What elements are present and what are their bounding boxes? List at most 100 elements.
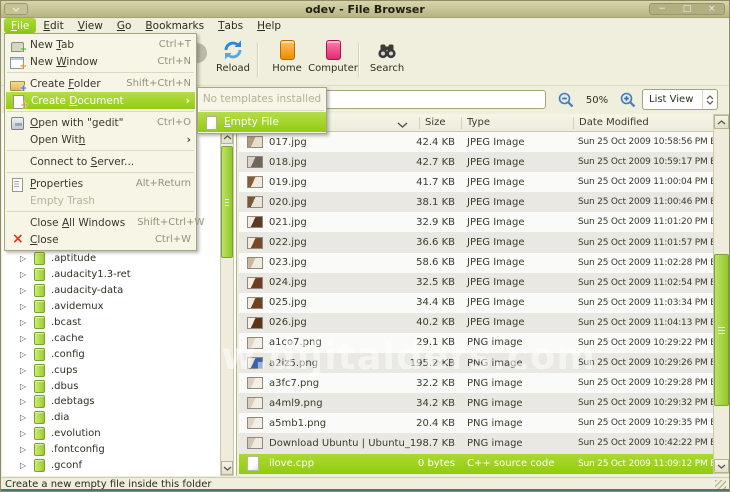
expander-icon[interactable]: ▷ <box>20 334 30 343</box>
menu-item-new-window[interactable]: New WindowCtrl+N <box>5 53 196 70</box>
home-button[interactable]: Home <box>261 38 313 82</box>
minimize-button[interactable]: − <box>658 5 666 14</box>
file-size: 34.4 KB <box>359 293 455 313</box>
sidebar-folder-row[interactable]: ▷.fontconfig <box>2 442 218 458</box>
file-row[interactable]: 021.jpg32.9 KBJPEG ImageSun 25 Oct 2009 … <box>239 212 713 232</box>
file-row[interactable]: 026.jpg40.2 KBJPEG ImageSun 25 Oct 2009 … <box>239 313 713 333</box>
search-button[interactable]: Search <box>361 38 413 82</box>
menu-item-close-all-windows[interactable]: Close All WindowsShift+Ctrl+W <box>5 214 196 231</box>
sidebar-folder-row[interactable]: ▷.evolution <box>2 426 218 442</box>
computer-button[interactable]: Computer <box>307 38 359 82</box>
list-scrollbar[interactable] <box>713 114 730 474</box>
menubar-item-tabs[interactable]: Tabs <box>211 18 250 33</box>
file-row[interactable]: 018.jpg42.7 KBJPEG ImageSun 25 Oct 2009 … <box>239 152 713 172</box>
close-button[interactable]: × <box>708 5 716 14</box>
menu-item-connect-to-server[interactable]: Connect to Server... <box>5 153 196 170</box>
expander-icon[interactable]: ▷ <box>20 397 30 406</box>
sidebar-folder-row[interactable]: ▷.dia <box>2 410 218 426</box>
file-thumbnail-icon <box>247 196 263 208</box>
file-row[interactable]: a4ml9.png34.2 KBPNG imageSun 25 Oct 2009… <box>239 393 713 413</box>
folder-icon <box>34 268 45 281</box>
file-type: PNG image <box>467 393 523 413</box>
menu-item-open-with[interactable]: Open With› <box>5 131 196 148</box>
expander-icon[interactable]: ▷ <box>20 254 30 263</box>
file-size: 32.9 KB <box>359 212 455 232</box>
sidebar-folder-row[interactable]: ▷.gconf <box>2 458 218 474</box>
column-header-size[interactable]: Size <box>425 117 446 128</box>
file-row[interactable]: ilove.cpp0 bytesC++ source codeSun 25 Oc… <box>239 454 713 474</box>
expander-icon[interactable]: ▷ <box>20 302 30 311</box>
sidebar-folder-row[interactable]: ▷.cache <box>2 330 218 346</box>
scroll-up-button[interactable] <box>714 115 729 129</box>
file-row[interactable]: 023.jpg58.6 KBJPEG ImageSun 25 Oct 2009 … <box>239 253 713 273</box>
file-row[interactable]: 019.jpg41.7 KBJPEG ImageSun 25 Oct 2009 … <box>239 172 713 192</box>
folder-name: .avidemux <box>51 301 104 312</box>
column-header-type[interactable]: Type <box>467 117 490 128</box>
file-date: Sun 25 Oct 2009 10:29:32 PM EET <box>578 393 713 413</box>
scroll-down-button[interactable] <box>221 461 233 475</box>
menu-item-label: Properties <box>30 178 83 190</box>
menubar-item-file[interactable]: File <box>4 18 36 33</box>
expander-icon[interactable]: ▷ <box>20 429 30 438</box>
menu-item-create-folder[interactable]: Create FolderShift+Ctrl+N <box>5 75 196 92</box>
sidebar-folder-row[interactable]: ▷.dbus <box>2 378 218 394</box>
file-row[interactable]: 020.jpg38.1 KBJPEG ImageSun 25 Oct 2009 … <box>239 192 713 212</box>
menu-item-create-document[interactable]: Create Document› <box>6 92 195 109</box>
sidebar-folder-row[interactable]: ▷.aptitude <box>2 251 218 267</box>
file-row[interactable]: 024.jpg32.5 KBJPEG ImageSun 25 Oct 2009 … <box>239 273 713 293</box>
file-thumbnail-icon <box>247 437 263 449</box>
expander-icon[interactable]: ▷ <box>20 318 30 327</box>
menubar-item-help[interactable]: Help <box>250 18 288 33</box>
menu-item-label: No templates installed <box>203 93 321 105</box>
expander-icon[interactable]: ▷ <box>20 445 30 454</box>
expander-icon[interactable]: ▷ <box>20 350 30 359</box>
maximize-button[interactable]: □ <box>683 5 692 14</box>
file-type: PNG image <box>467 413 523 433</box>
column-header-date[interactable]: Date Modified <box>579 117 649 128</box>
menu-item-label: Create Document <box>31 95 124 107</box>
file-row[interactable]: a5mb1.png20.4 KBPNG imageSun 25 Oct 2009… <box>239 413 713 433</box>
sidebar-folder-row[interactable]: ▷.config <box>2 346 218 362</box>
file-size: 40.2 KB <box>359 313 455 333</box>
sidebar-folder-row[interactable]: ▷.cups <box>2 362 218 378</box>
scroll-thumb[interactable] <box>714 254 729 406</box>
menu-item-new-tab[interactable]: New TabCtrl+T <box>5 36 196 53</box>
submenu-item-empty-file[interactable]: Empty File <box>198 112 326 132</box>
expander-icon[interactable]: ▷ <box>20 286 30 295</box>
menu-item-properties[interactable]: PropertiesAlt+Return <box>5 175 196 192</box>
expander-icon[interactable]: ▷ <box>20 366 30 375</box>
menubar-item-edit[interactable]: Edit <box>36 18 70 33</box>
sidebar-folder-row[interactable]: ▷ .avidemux <box>2 299 218 315</box>
menubar-item-view[interactable]: View <box>71 18 110 33</box>
file-thumbnail-icon <box>247 277 263 289</box>
expander-icon[interactable]: ▷ <box>20 413 30 422</box>
menu-item-close[interactable]: CloseCtrl+W <box>5 231 196 248</box>
file-row[interactable]: 022.jpg36.6 KBJPEG ImageSun 25 Oct 2009 … <box>239 232 713 252</box>
folder-name: .bcast <box>51 317 81 328</box>
sidebar-folder-row[interactable]: ▷.audacity1.3-ret <box>2 267 218 283</box>
file-row[interactable]: a2iz5.png195.2 KBPNG imageSun 25 Oct 200… <box>239 353 713 373</box>
menubar-item-go[interactable]: Go <box>110 18 139 33</box>
file-thumbnail-icon <box>247 397 263 409</box>
expander-icon[interactable]: ▷ <box>20 382 30 391</box>
menubar-item-bookmarks[interactable]: Bookmarks <box>138 18 211 33</box>
reload-button[interactable]: Reload <box>207 38 259 82</box>
sidebar-folder-row[interactable]: ▷.audacity-data <box>2 283 218 299</box>
file-row[interactable]: a1co7.png29.1 KBPNG imageSun 25 Oct 2009… <box>239 333 713 353</box>
sidebar-folder-row[interactable]: ▷.debtags <box>2 394 218 410</box>
file-row[interactable]: 025.jpg34.4 KBJPEG ImageSun 25 Oct 2009 … <box>239 293 713 313</box>
sidebar-scrollbar[interactable] <box>220 129 234 476</box>
scroll-down-button[interactable] <box>714 459 729 473</box>
zoom-out-button[interactable] <box>557 91 575 109</box>
zoom-in-button[interactable] <box>619 91 637 109</box>
menu-item-open-with-gedit[interactable]: Open with "gedit"Ctrl+O <box>5 114 196 131</box>
expander-icon[interactable]: ▷ <box>20 461 30 470</box>
view-mode-select[interactable]: List View <box>642 89 718 110</box>
file-row[interactable]: Download Ubuntu | Ubuntu_12565...98.7 KB… <box>239 433 713 453</box>
sidebar-folder-row[interactable]: ▷ .bcast <box>2 315 218 331</box>
scroll-thumb[interactable] <box>221 146 233 258</box>
expander-icon[interactable]: ▷ <box>20 270 30 279</box>
file-row[interactable]: 017.jpg42.4 KBJPEG ImageSun 25 Oct 2009 … <box>239 132 713 152</box>
file-type: JPEG Image <box>467 313 525 333</box>
file-row[interactable]: a3fc7.png32.2 KBPNG imageSun 25 Oct 2009… <box>239 373 713 393</box>
